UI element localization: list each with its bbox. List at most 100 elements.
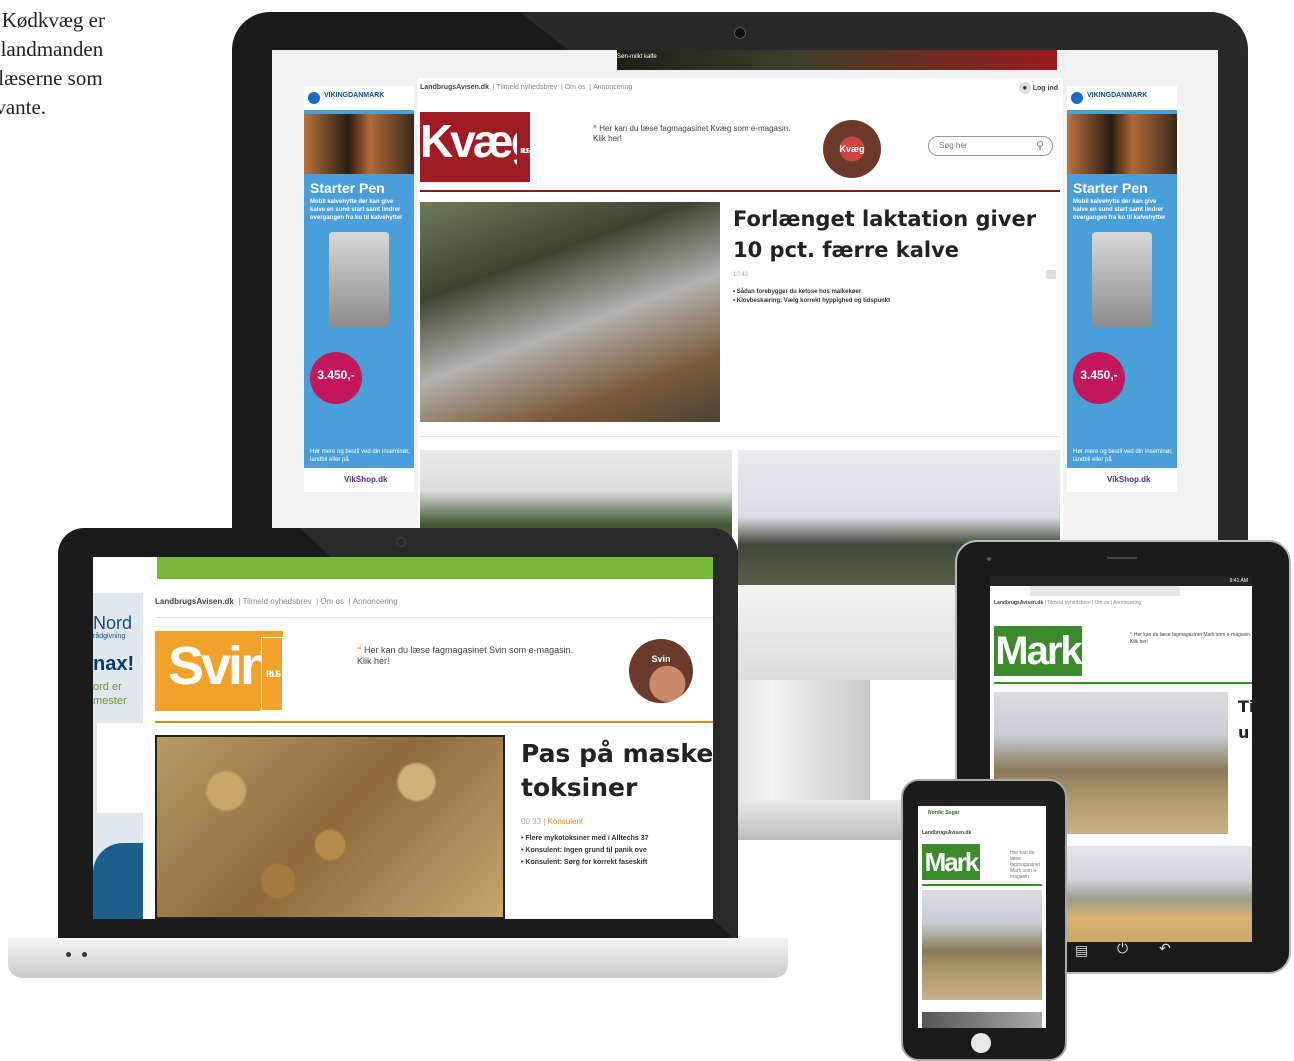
article-time: 10:43	[733, 272, 749, 278]
nav-item-advertising[interactable]: Annoncering	[593, 84, 632, 91]
nav-item-advertising[interactable]: Annoncering	[353, 597, 398, 606]
related-link[interactable]: • Klovbeskæring: Vælg korrekt hyppighed …	[733, 297, 1053, 306]
nav-site-link[interactable]: LandbrugsAvisen.dk	[155, 597, 234, 606]
ad-title: nax!	[93, 653, 135, 675]
related-link-text: Flere mykotoksiner med i Alltechs 37	[525, 835, 649, 842]
recents-icon[interactable]: ▤	[1075, 942, 1088, 959]
intro-line: evante.	[0, 95, 47, 119]
nav-site-link[interactable]: LandbrugsAvisen.dk	[994, 600, 1043, 606]
login-button[interactable]: ● Log ind	[1018, 82, 1058, 94]
emag-cover-thumb[interactable]: Svin	[629, 639, 693, 703]
ad-mascot-image	[93, 843, 143, 919]
related-list: • Sådan forebygger du ketose hos malkekø…	[733, 288, 1053, 306]
emag-link[interactable]: “ Her kan du læse fagmagasinet Svin som …	[357, 645, 587, 667]
power-icon[interactable]: ⏻	[1117, 940, 1128, 957]
article-image[interactable]	[922, 1012, 1042, 1028]
kvaeg-logo[interactable]: Kvæg PLUS	[420, 112, 539, 182]
round-logo-text: Kvæg	[839, 144, 865, 154]
top-banner-ad[interactable]	[1030, 586, 1180, 596]
nav-item-about[interactable]: Om os	[320, 597, 344, 606]
ad-product-image	[1092, 232, 1152, 327]
related-link[interactable]: • Flere mykotoksiner med i Alltechs 37	[521, 833, 713, 845]
plus-badge: PLUS	[517, 122, 530, 182]
ad-body: Mobil kalvehytte der kan give kalve en s…	[1073, 199, 1166, 221]
ad-body: Mobil kalvehytte der kan give kalve en s…	[310, 199, 403, 221]
logo-text: Mark	[995, 629, 1082, 673]
ad-cows-image	[304, 114, 414, 174]
emag-link[interactable]: Her kan du læse fagmagasinet Mark som e-…	[1010, 850, 1044, 880]
top-banner-ad[interactable]: Nordic Sugar	[928, 810, 959, 816]
article-time: 00:33	[521, 817, 542, 826]
logo-text: Svin	[167, 636, 273, 696]
lead-article-headline[interactable]: Ti u	[1238, 694, 1252, 746]
comment-icon[interactable]	[1046, 270, 1056, 279]
ad-cows-image	[1067, 114, 1177, 174]
left-side-ad[interactable]: Nord rådgivning nax! ord er mester	[93, 593, 143, 919]
nav-site-link[interactable]: LandbrugsAvisen.dk	[922, 830, 971, 836]
ad-price-badge: 3.450,-	[1073, 352, 1125, 404]
related-link[interactable]: • Konsulent: Sørg for korrekt faseskift	[521, 857, 713, 869]
left-side-ad[interactable]: VIKINGDANMARK Starter Pen Mobil kalvehyt…	[304, 86, 414, 492]
top-banner-ad[interactable]	[157, 557, 713, 579]
laptop-screen: Nord rådgivning nax! ord er mester Landb…	[93, 557, 713, 919]
related-link[interactable]: • Sådan forebygger du ketose hos malkekø…	[733, 288, 1053, 297]
article-category[interactable]: Konsulent	[548, 817, 584, 826]
back-icon[interactable]: ↶	[1159, 940, 1171, 957]
ad-price: 3.450,-	[1080, 368, 1118, 382]
lead-article-image[interactable]	[922, 890, 1042, 1000]
lead-article-image[interactable]	[420, 202, 720, 422]
camera-icon	[987, 557, 991, 561]
lead-article-headline[interactable]: Forlænget laktation giver 10 pct. færre …	[733, 204, 1053, 266]
status-bar	[918, 800, 1046, 806]
emag-cover-thumb[interactable]: Kvæg	[823, 120, 881, 178]
ad-shop-link[interactable]: VikShop.dk	[304, 468, 414, 492]
header-rule	[922, 884, 1042, 886]
home-button[interactable]	[971, 1033, 991, 1053]
speaker-grille	[1107, 557, 1137, 559]
lead-article-image[interactable]	[155, 735, 505, 919]
laptop-base	[8, 938, 788, 978]
banner-caption: Søn-milkt kalfe	[617, 54, 657, 60]
emag-text: Her kan du læse fagmagasinet Kvæg som e-…	[593, 124, 791, 143]
search-input[interactable]: Søg her ⚲	[928, 136, 1053, 156]
ad-brand-sub: rådgivning	[93, 633, 126, 640]
ad-product-image	[329, 232, 389, 327]
nav-item-newsletter[interactable]: Tilmeld nyhedsbrev	[1047, 600, 1090, 606]
mark-logo[interactable]: Mark	[922, 844, 980, 880]
related-link-text: Klovbeskæring: Vælg korrekt hyppighed og…	[736, 298, 891, 304]
search-placeholder: Søg her	[939, 141, 968, 150]
nav-site-link[interactable]: LandbrugsAvisen.dk	[420, 84, 489, 91]
ad-speech-box	[97, 723, 143, 813]
nav-item-about[interactable]: Om os	[565, 84, 586, 91]
round-logo-text: Svin	[651, 654, 671, 664]
top-banner-ad[interactable]: Søn-milkt kalfe	[617, 50, 1057, 70]
mark-logo[interactable]: Mark	[994, 626, 1083, 676]
ad-title: Starter Pen	[1073, 180, 1148, 196]
emag-link[interactable]: “ Her kan du læse fagmagasinet Mark som …	[1130, 632, 1252, 646]
nav-item-advertising[interactable]: Annoncering	[1113, 600, 1141, 606]
ad-shop-link[interactable]: VikShop.dk	[1067, 468, 1177, 492]
quote-icon: “	[1130, 632, 1133, 638]
related-link-text: Konsulent: Ingen grund til panik ove	[525, 847, 647, 854]
webcam-icon	[734, 27, 746, 39]
intro-line: å landmanden	[0, 37, 104, 61]
webcam-icon	[396, 537, 406, 547]
article-meta: 00:33 | Konsulent	[521, 817, 584, 826]
emag-text: Her kan du læse fagmagasinet Svin som e-…	[357, 645, 574, 666]
top-nav: LandbrugsAvisen.dk | Tilmeld nyhedsbrev …	[155, 597, 398, 606]
lead-article-headline[interactable]: Pas på masker toksiner	[521, 737, 713, 805]
intro-line: g Kødkvæg er	[0, 8, 105, 32]
nav-item-newsletter[interactable]: Tilmeld nyhedsbrev	[497, 84, 557, 91]
nav-item-about[interactable]: Om os	[1095, 600, 1110, 606]
search-icon[interactable]: ⚲	[1036, 139, 1044, 152]
desktop-screen: Søn-milkt kalfe VIKINGDANMARK Starter Pe…	[272, 50, 1218, 585]
emag-link[interactable]: “ Her kan du læse fagmagasinet Kvæg som …	[593, 124, 793, 144]
right-side-ad[interactable]: VIKINGDANMARK Starter Pen Mobil kalvehyt…	[1067, 86, 1177, 492]
svin-logo[interactable]: Svin PLUS	[155, 631, 283, 711]
indicator-light-icon	[82, 952, 87, 957]
nav-item-newsletter[interactable]: Tilmeld nyhedsbrev	[243, 597, 312, 606]
intro-text: g Kødkvæg er å landmanden f læserne som …	[0, 6, 176, 122]
related-link[interactable]: • Konsulent: Ingen grund til panik ove	[521, 845, 713, 857]
login-label: Log ind	[1032, 85, 1058, 92]
indicator-light-icon	[66, 952, 71, 957]
